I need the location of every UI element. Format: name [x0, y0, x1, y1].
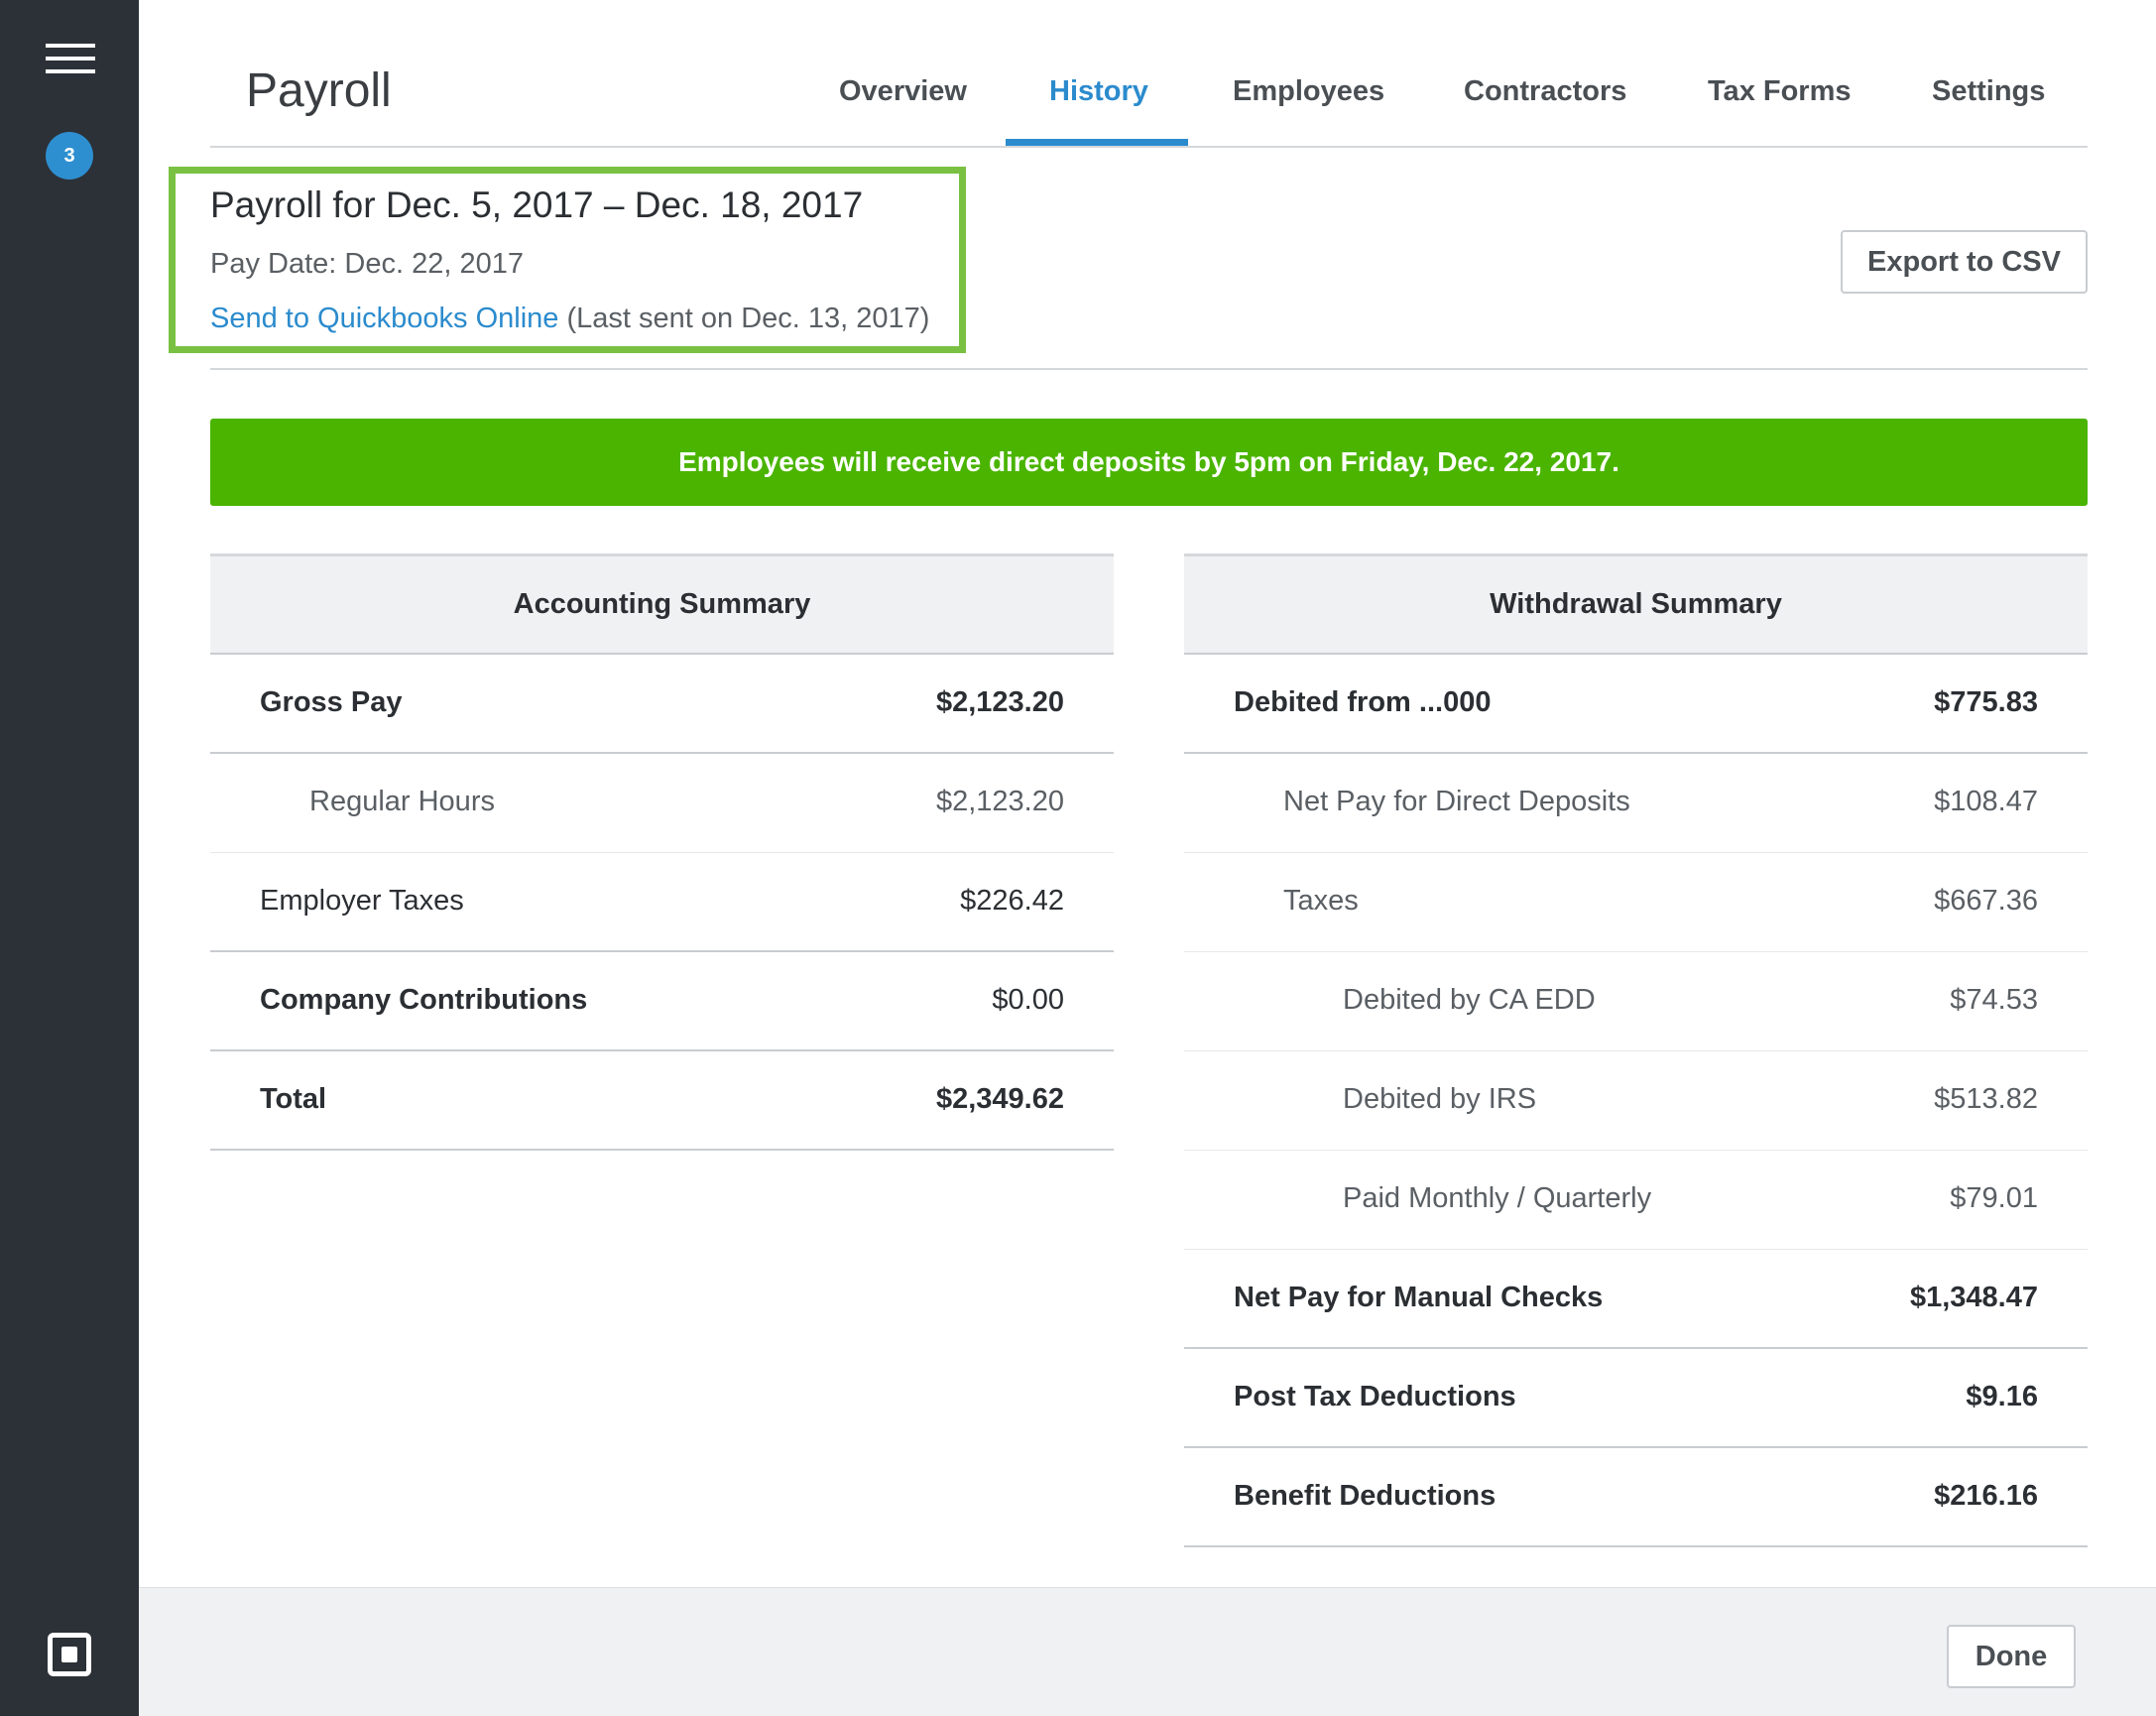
accounting-summary-table: Accounting Summary Gross Pay $2,123.20 R… — [210, 553, 1114, 1151]
row-label: Net Pay for Direct Deposits — [1283, 786, 1630, 817]
row-label: Net Pay for Manual Checks — [1234, 1282, 1604, 1313]
header-divider — [210, 146, 2088, 148]
footer-bar: Done — [139, 1587, 2156, 1716]
row-label: Post Tax Deductions — [1234, 1381, 1516, 1412]
pay-date: Pay Date: Dec. 22, 2017 — [210, 248, 524, 280]
row-value: $1,348.47 — [1909, 1282, 2038, 1313]
accounting-summary-header: Accounting Summary — [210, 553, 1114, 655]
table-row: Employer Taxes $226.42 — [210, 853, 1114, 952]
table-row: Company Contributions $0.00 — [210, 952, 1114, 1051]
row-value: $9.16 — [1966, 1381, 2038, 1412]
table-row: Post Tax Deductions $9.16 — [1184, 1349, 2088, 1448]
row-value: $74.53 — [1950, 984, 2038, 1016]
row-label: Benefit Deductions — [1234, 1480, 1497, 1512]
done-button[interactable]: Done — [1947, 1625, 2076, 1688]
row-value: $0.00 — [992, 984, 1064, 1016]
tab-employees[interactable]: Employees — [1233, 75, 1384, 108]
row-label: Company Contributions — [260, 984, 588, 1016]
row-value: $108.47 — [1934, 786, 2038, 817]
payroll-period-title: Payroll for Dec. 5, 2017 – Dec. 18, 2017 — [210, 184, 864, 225]
last-sent-text: (Last sent on Dec. 13, 2017) — [558, 303, 930, 334]
row-label: Total — [260, 1083, 327, 1115]
tab-bar: Overview History Employees Contractors T… — [139, 0, 2156, 147]
table-row: Net Pay for Direct Deposits $108.47 — [1184, 754, 2088, 853]
table-row: Debited by CA EDD $74.53 — [1184, 952, 2088, 1051]
quickbooks-line: Send to Quickbooks Online (Last sent on … — [210, 303, 929, 335]
row-label: Taxes — [1283, 885, 1359, 917]
notification-badge[interactable]: 3 — [46, 132, 93, 180]
row-value: $513.82 — [1934, 1083, 2038, 1115]
row-value: $775.83 — [1934, 686, 2038, 718]
tab-settings[interactable]: Settings — [1932, 75, 2045, 108]
row-value: $79.01 — [1950, 1182, 2038, 1214]
table-row: Net Pay for Manual Checks $1,348.47 — [1184, 1250, 2088, 1349]
row-value: $216.16 — [1934, 1480, 2038, 1512]
row-label: Debited by CA EDD — [1343, 984, 1596, 1016]
table-row: Regular Hours $2,123.20 — [210, 754, 1114, 853]
row-value: $2,123.20 — [935, 786, 1064, 817]
table-row: Paid Monthly / Quarterly $79.01 — [1184, 1151, 2088, 1250]
send-to-quickbooks-link[interactable]: Send to Quickbooks Online — [210, 303, 558, 334]
table-row: Taxes $667.36 — [1184, 853, 2088, 952]
tab-overview[interactable]: Overview — [839, 75, 967, 108]
square-logo-icon[interactable] — [48, 1633, 91, 1676]
direct-deposit-banner: Employees will receive direct deposits b… — [210, 419, 2088, 506]
row-value: $667.36 — [1934, 885, 2038, 917]
table-row: Debited by IRS $513.82 — [1184, 1051, 2088, 1151]
active-tab-indicator — [1006, 139, 1188, 146]
row-label: Paid Monthly / Quarterly — [1343, 1182, 1652, 1214]
hamburger-menu-icon[interactable] — [46, 44, 95, 73]
table-row: Total $2,349.62 — [210, 1051, 1114, 1151]
table-row: Benefit Deductions $216.16 — [1184, 1448, 2088, 1547]
row-label: Debited by IRS — [1343, 1083, 1537, 1115]
main-content: Payroll Overview History Employees Contr… — [139, 0, 2156, 1716]
withdrawal-summary-header: Withdrawal Summary — [1184, 553, 2088, 655]
row-value: $2,349.62 — [935, 1083, 1064, 1115]
row-label: Regular Hours — [309, 786, 495, 817]
row-label: Debited from ...000 — [1234, 686, 1492, 718]
tab-history[interactable]: History — [1049, 75, 1148, 108]
table-row: Gross Pay $2,123.20 — [210, 655, 1114, 754]
withdrawal-summary-table: Withdrawal Summary Debited from ...000 $… — [1184, 553, 2088, 1547]
row-label: Employer Taxes — [260, 885, 464, 917]
tab-tax-forms[interactable]: Tax Forms — [1708, 75, 1852, 108]
row-value: $2,123.20 — [935, 686, 1064, 718]
export-csv-button[interactable]: Export to CSV — [1841, 230, 2088, 294]
section-divider — [210, 368, 2088, 370]
sidebar: 3 — [0, 0, 139, 1716]
row-value: $226.42 — [960, 885, 1064, 917]
tab-contractors[interactable]: Contractors — [1464, 75, 1626, 108]
row-label: Gross Pay — [260, 686, 403, 718]
table-row: Debited from ...000 $775.83 — [1184, 655, 2088, 754]
